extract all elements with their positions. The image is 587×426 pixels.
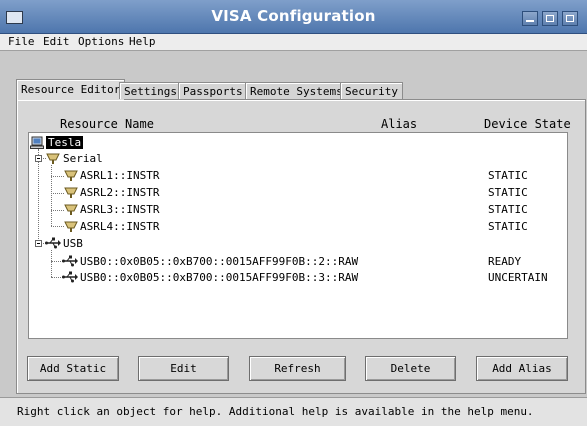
- column-header-alias: Alias: [381, 117, 418, 131]
- maximize-button[interactable]: [542, 11, 558, 26]
- maximize-icon: [546, 15, 554, 22]
- tree-item-usb-raw-3[interactable]: USB0::0x0B05::0xB700::0015AFF99F0B::3::R…: [80, 271, 358, 284]
- minimize-icon: [526, 20, 534, 22]
- resource-tree[interactable]: [28, 132, 568, 339]
- collapse-serial-toggle[interactable]: [35, 155, 42, 162]
- menu-bar: File Edit Options Help: [0, 34, 587, 51]
- window-title: VISA Configuration: [211, 7, 376, 25]
- collapse-usb-toggle[interactable]: [35, 240, 42, 247]
- menu-help[interactable]: Help: [129, 35, 156, 48]
- tree-item-asrl4[interactable]: ASRL4::INSTR: [80, 220, 159, 233]
- add-static-button[interactable]: Add Static: [27, 356, 119, 381]
- menu-options[interactable]: Options: [78, 35, 124, 48]
- title-bar[interactable]: VISA Configuration: [0, 0, 587, 34]
- delete-button[interactable]: Delete: [365, 356, 456, 381]
- column-header-device-state: Device State: [484, 117, 571, 131]
- tree-group-usb[interactable]: USB: [63, 237, 83, 250]
- menu-file[interactable]: File: [8, 35, 35, 48]
- edit-button[interactable]: Edit: [138, 356, 229, 381]
- status-text: Right click an object for help. Addition…: [17, 405, 534, 418]
- usb-icon: [45, 237, 61, 249]
- serial-port-icon: [46, 153, 60, 164]
- refresh-button[interactable]: Refresh: [249, 356, 346, 381]
- tree-item-asrl1[interactable]: ASRL1::INSTR: [80, 169, 159, 182]
- tree-line: [51, 176, 64, 177]
- tree-line: [51, 226, 64, 227]
- tree-item-usb-raw-2[interactable]: USB0::0x0B05::0xB700::0015AFF99F0B::2::R…: [80, 255, 358, 268]
- tree-line: [51, 210, 64, 211]
- status-bar: Right click an object for help. Addition…: [0, 397, 587, 426]
- device-state: STATIC: [488, 203, 528, 216]
- device-state: UNCERTAIN: [488, 271, 548, 284]
- tree-group-serial[interactable]: Serial: [63, 152, 103, 165]
- serial-resource-icon: [64, 187, 78, 198]
- device-state: STATIC: [488, 169, 528, 182]
- tab-passports[interactable]: Passports: [178, 82, 248, 99]
- tree-item-asrl2[interactable]: ASRL2::INSTR: [80, 186, 159, 199]
- computer-icon: [30, 136, 44, 149]
- device-state: STATIC: [488, 220, 528, 233]
- menu-edit[interactable]: Edit: [43, 35, 70, 48]
- usb-resource-icon: [62, 271, 78, 283]
- tree-line: [38, 149, 39, 243]
- serial-resource-icon: [64, 204, 78, 215]
- serial-resource-icon: [64, 221, 78, 232]
- minimize-button[interactable]: [522, 11, 538, 26]
- serial-resource-icon: [64, 170, 78, 181]
- close-button[interactable]: [562, 11, 578, 26]
- column-header-resource-name: Resource Name: [60, 117, 154, 131]
- tree-line: [51, 165, 52, 226]
- add-alias-button[interactable]: Add Alias: [476, 356, 568, 381]
- tab-settings[interactable]: Settings: [119, 82, 182, 99]
- close-icon: [566, 15, 574, 22]
- device-state: READY: [488, 255, 522, 268]
- device-state: STATIC: [488, 186, 528, 199]
- tree-item-asrl3[interactable]: ASRL3::INSTR: [80, 203, 159, 216]
- tree-root-tesla[interactable]: Tesla: [46, 136, 84, 149]
- tab-security[interactable]: Security: [340, 82, 403, 99]
- usb-resource-icon: [62, 255, 78, 267]
- tree-line: [51, 193, 64, 194]
- tab-remote-systems[interactable]: Remote Systems: [245, 82, 348, 99]
- tab-resource-editor[interactable]: Resource Editor: [16, 79, 126, 100]
- tree-line: [51, 250, 52, 277]
